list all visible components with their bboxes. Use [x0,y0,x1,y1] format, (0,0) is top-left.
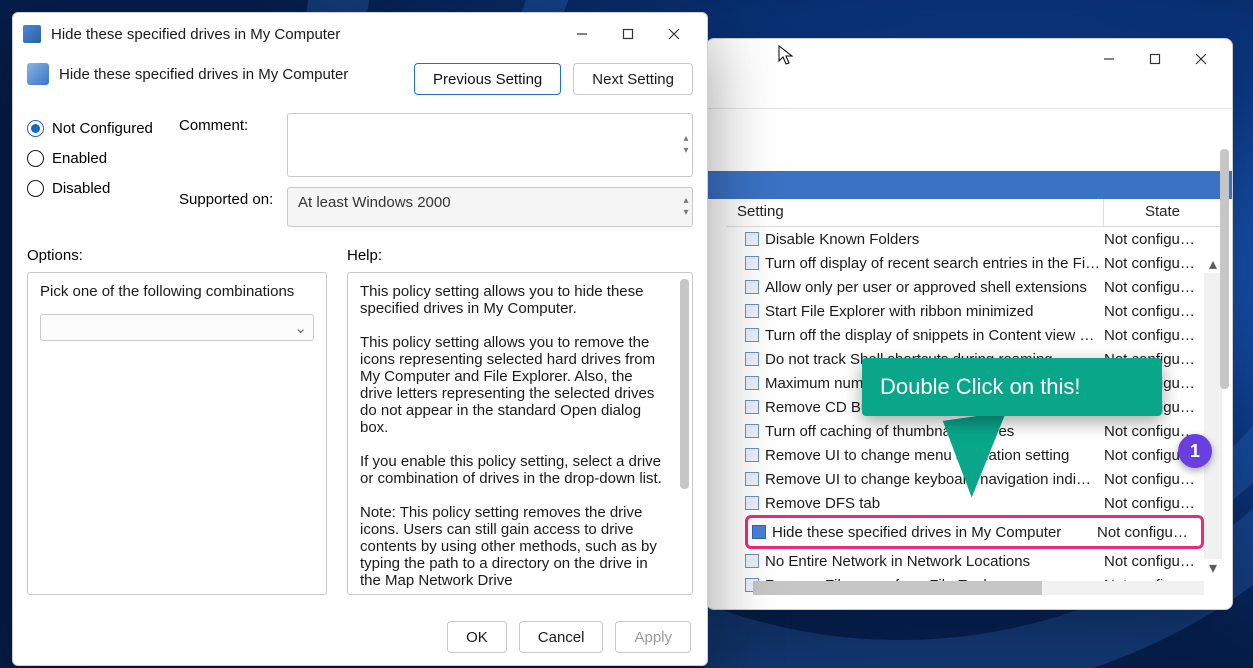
setting-state: Not configu… [1104,303,1204,320]
setting-row[interactable]: No Entire Network in Network LocationsNo… [745,549,1204,573]
policy-item-icon [745,256,759,270]
supported-label: Supported on: [179,187,287,208]
policy-item-icon [745,376,759,390]
policy-item-icon [745,554,759,568]
setting-row[interactable]: Do not allow Folder Options to be opened… [745,597,1204,599]
setting-state: Not configu… [1104,279,1204,296]
policy-item-icon [745,232,759,246]
gpo-header-strip [707,171,1232,199]
setting-state: Not configu… [1097,524,1197,541]
setting-row[interactable]: Turn off the display of snippets in Cont… [745,323,1204,347]
outer-vscroll-thumb[interactable] [1220,149,1229,389]
next-setting-button[interactable]: Next Setting [573,63,693,95]
col-state-header[interactable]: State [1104,199,1222,226]
options-text: Pick one of the following combinations [40,283,294,300]
dialog-footer: OK Cancel Apply [13,609,707,665]
setting-row[interactable]: Allow only per user or approved shell ex… [745,275,1204,299]
setting-label: Hide these specified drives in My Comput… [772,524,1097,541]
maximize-button[interactable] [605,19,651,49]
radio-disabled[interactable]: Disabled [27,173,179,203]
radio-enabled[interactable]: Enabled [27,143,179,173]
settings-columns: Setting State [727,199,1222,227]
options-label: Options: [27,247,327,264]
setting-state: Not configu… [1104,471,1204,488]
help-scroll-thumb[interactable] [680,279,689,489]
policy-item-icon [752,525,766,539]
callout-text: Double Click on this! [880,374,1081,399]
step-badge: 1 [1178,434,1212,468]
policy-item-icon [745,400,759,414]
setting-label: Remove UI to change menu animation setti… [765,447,1104,464]
comment-scroll-icon[interactable]: ▴▾ [677,113,695,177]
chevron-down-icon: ⌄ [294,319,307,337]
radio-icon [27,180,44,197]
dialog-title: Hide these specified drives in My Comput… [51,26,559,43]
setting-row[interactable]: Start File Explorer with ribbon minimize… [745,299,1204,323]
radio-not-configured[interactable]: Not Configured [27,113,179,143]
setting-label: Turn off display of recent search entrie… [765,255,1104,272]
radio-icon [27,150,44,167]
setting-state: Not configu… [1104,231,1204,248]
setting-label: Disable Known Folders [765,231,1104,248]
help-panel: This policy setting allows you to hide t… [347,272,693,595]
setting-label: Remove DFS tab [765,495,1104,512]
policy-icon [23,25,41,43]
policy-heading: Hide these specified drives in My Comput… [59,66,348,83]
options-combobox[interactable]: ⌄ [40,314,314,341]
options-panel: Pick one of the following combinations ⌄ [27,272,327,595]
setting-row-highlighted[interactable]: Hide these specified drives in My Comput… [745,515,1204,549]
supported-scroll-icon[interactable]: ▴▾ [677,187,695,227]
scroll-down-icon[interactable]: ▾ [1204,559,1222,577]
radio-icon [27,120,44,137]
policy-item-icon [745,448,759,462]
dialog-titlebar: Hide these specified drives in My Comput… [13,13,707,55]
state-radio-group: Not Configured Enabled Disabled [27,113,179,237]
policy-item-icon [745,328,759,342]
settings-hscrollbar[interactable] [753,581,1204,595]
previous-setting-button[interactable]: Previous Setting [414,63,561,95]
supported-on-field: At least Windows 2000 [287,187,693,227]
ok-button[interactable]: OK [447,621,507,653]
close-button[interactable] [651,19,697,49]
apply-button[interactable]: Apply [615,621,691,653]
minimize-button[interactable] [1086,44,1132,74]
minimize-button[interactable] [559,19,605,49]
policy-item-icon [745,304,759,318]
policy-item-icon [745,472,759,486]
help-label: Help: [347,247,693,264]
comment-textarea[interactable] [287,113,693,177]
setting-row[interactable]: Turn off display of recent search entrie… [745,251,1204,275]
gpo-toolbar [707,79,1232,109]
callout-annotation: Double Click on this! [862,358,1162,416]
setting-state: Not configu… [1104,327,1204,344]
policy-item-icon [745,280,759,294]
setting-label: No Entire Network in Network Locations [765,553,1104,570]
policy-item-icon [745,424,759,438]
setting-label: Turn off caching of thumbnail pictures [765,423,1104,440]
setting-state: Not configu… [1104,553,1204,570]
setting-state: Not configu… [1104,495,1204,512]
maximize-button[interactable] [1132,44,1178,74]
setting-label: Start File Explorer with ribbon minimize… [765,303,1104,320]
col-setting-header[interactable]: Setting [727,199,1104,226]
setting-label: Turn off the display of snippets in Cont… [765,327,1104,344]
policy-dialog: Hide these specified drives in My Comput… [12,12,708,666]
cancel-button[interactable]: Cancel [519,621,604,653]
policy-item-icon [745,496,759,510]
policy-item-icon [745,352,759,366]
policy-heading-icon [27,63,49,85]
setting-row[interactable]: Disable Known FoldersNot configu… [745,227,1204,251]
gpo-window: Setting State Disable Known FoldersNot c… [706,38,1233,610]
setting-label: Allow only per user or approved shell ex… [765,279,1104,296]
close-button[interactable] [1178,44,1224,74]
gpo-titlebar [707,39,1232,79]
comment-label: Comment: [179,113,287,134]
callout-tail [943,412,1018,500]
setting-label: Remove UI to change keyboard navigation … [765,471,1104,488]
help-text: This policy setting allows you to hide t… [360,283,680,589]
setting-state: Not configu… [1104,255,1204,272]
